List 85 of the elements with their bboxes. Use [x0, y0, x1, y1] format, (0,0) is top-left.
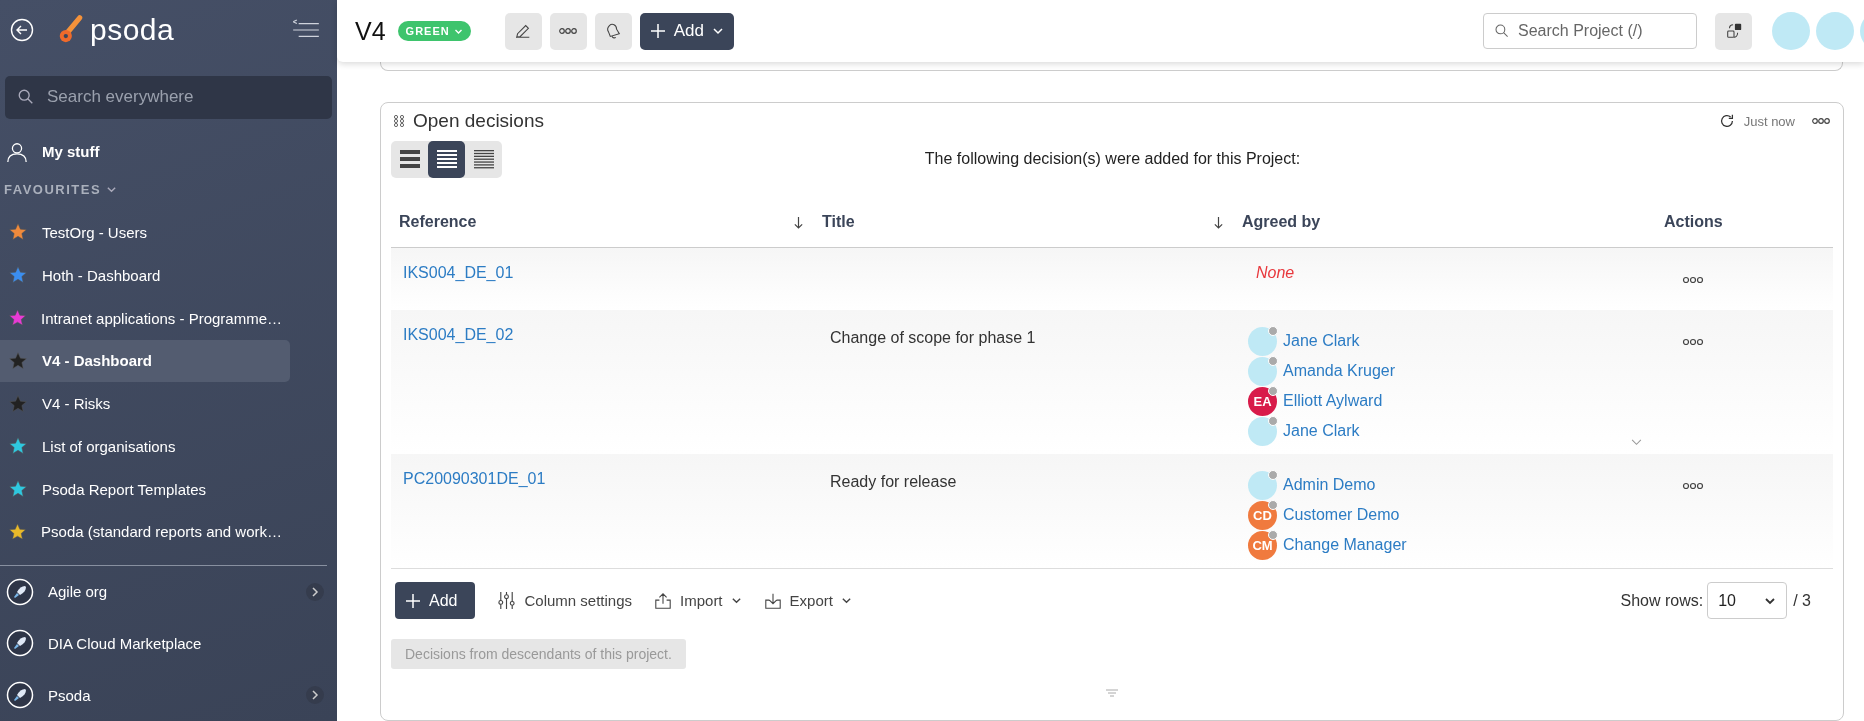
lines-icon — [472, 149, 495, 169]
edit-button[interactable] — [504, 12, 542, 50]
person-link[interactable]: Admin Demo — [1283, 476, 1376, 494]
reference-link[interactable]: PC20090301DE_01 — [399, 470, 546, 487]
density-toggle[interactable] — [428, 140, 465, 178]
column-header[interactable]: Title — [822, 213, 855, 231]
search-field[interactable]: Search everywhere — [5, 75, 332, 119]
table-cell-text: Change of scope for phase 1 — [829, 328, 1036, 347]
more-icon — [558, 27, 579, 35]
logo-text[interactable]: psoda — [90, 12, 175, 47]
column-settings-button[interactable]: Column settings — [497, 591, 633, 610]
favourites-heading[interactable]: FAVOURITES — [4, 182, 102, 198]
organisation-link[interactable]: Agile org — [48, 583, 108, 601]
favourite-item[interactable]: Psoda Report Templates — [0, 468, 290, 511]
rows-per-page-select[interactable]: 10 — [1707, 582, 1788, 619]
add-decision-button[interactable]: Add — [395, 582, 476, 619]
back-icon[interactable] — [10, 17, 34, 42]
organisation-link[interactable]: DIA Cloud Marketplace — [48, 634, 202, 652]
my-stuff-link[interactable]: My stuff — [0, 136, 337, 167]
sliders-icon — [497, 591, 517, 610]
search-icon — [17, 87, 35, 106]
add-button[interactable]: Add — [639, 12, 734, 50]
project-title: V4 — [355, 16, 386, 46]
user-avatar — [1248, 470, 1277, 500]
import-button[interactable]: Import — [654, 591, 742, 610]
person-link[interactable]: Amanda Kruger — [1283, 362, 1396, 380]
upload-icon — [654, 591, 673, 610]
person-link[interactable]: Jane Clark — [1283, 422, 1360, 440]
favourite-item[interactable]: TestOrg - Users — [0, 211, 290, 254]
lines-icon — [435, 149, 458, 169]
row-actions-icon[interactable] — [1682, 482, 1704, 490]
user-avatar — [1248, 416, 1277, 446]
favourite-item[interactable]: List of organisations — [0, 425, 290, 468]
chevron-down-icon — [730, 595, 742, 606]
favourite-item[interactable]: Intranet applications - Programme… — [0, 297, 290, 339]
search-icon — [1494, 23, 1510, 39]
person-link[interactable]: Jane Clark — [1283, 332, 1360, 350]
favourite-item[interactable]: Hoth - Dashboard — [0, 254, 290, 297]
more-icon[interactable] — [1811, 117, 1831, 125]
person-link[interactable]: Change Manager — [1283, 536, 1407, 554]
favourite-item[interactable]: Psoda (standard reports and work… — [0, 511, 290, 553]
more-button[interactable] — [549, 12, 587, 50]
bell-icon — [604, 22, 623, 40]
chevron-right-icon[interactable] — [305, 581, 325, 602]
initials-avatar: CD — [1248, 500, 1277, 530]
organisation-link[interactable]: Psoda — [48, 686, 91, 704]
refresh-time: Just now — [1743, 113, 1795, 129]
user-icon — [6, 140, 28, 163]
row-actions-icon[interactable] — [1682, 338, 1704, 346]
reference-link[interactable]: IKS004_DE_02 — [399, 326, 514, 343]
reference-link[interactable]: IKS004_DE_01 — [399, 264, 514, 281]
export-button[interactable]: Export — [763, 591, 852, 610]
switch-button[interactable] — [1715, 12, 1752, 50]
initials-avatar: CM — [1248, 530, 1277, 560]
sort-arrow-icon[interactable] — [1213, 215, 1224, 229]
swap-icon — [1724, 22, 1743, 40]
column-header[interactable]: Actions — [1664, 213, 1723, 231]
row-actions-icon[interactable] — [1682, 276, 1704, 284]
table-cell-text: Ready for release — [829, 472, 957, 491]
lines-icon — [398, 149, 421, 169]
intro-text: The following decision(s) were added for this Project: — [923, 150, 1302, 168]
drag-handle-icon[interactable] — [393, 114, 405, 128]
sort-arrow-icon[interactable] — [793, 215, 804, 229]
column-header[interactable]: Reference — [399, 213, 477, 231]
download-icon — [763, 591, 782, 610]
person-link[interactable]: Customer Demo — [1283, 506, 1400, 524]
column-header[interactable]: Agreed by — [1242, 213, 1321, 231]
favourite-item[interactable]: V4 - Risks — [0, 382, 290, 425]
user-avatar — [1248, 356, 1277, 386]
user-avatar — [1248, 326, 1277, 356]
show-rows-label: Show rows: — [1620, 591, 1704, 610]
favourite-item[interactable]: V4 - Dashboard — [0, 339, 290, 382]
chevron-right-icon[interactable] — [305, 685, 325, 706]
chevron-down-icon — [711, 25, 724, 37]
bell-button[interactable] — [594, 12, 632, 50]
project-search-field[interactable]: Search Project (/) — [1483, 13, 1697, 49]
page-total: / 3 — [1793, 591, 1811, 610]
person-link[interactable]: Elliott Aylward — [1283, 392, 1383, 410]
plus-icon — [405, 592, 421, 609]
empty-value: None — [1255, 264, 1295, 281]
plus-icon — [649, 23, 666, 39]
resize-handle-icon[interactable] — [1105, 689, 1119, 697]
panel-title: Open decisions — [413, 110, 544, 132]
chevron-down-icon — [840, 595, 852, 606]
initials-avatar: EA — [1248, 386, 1277, 416]
